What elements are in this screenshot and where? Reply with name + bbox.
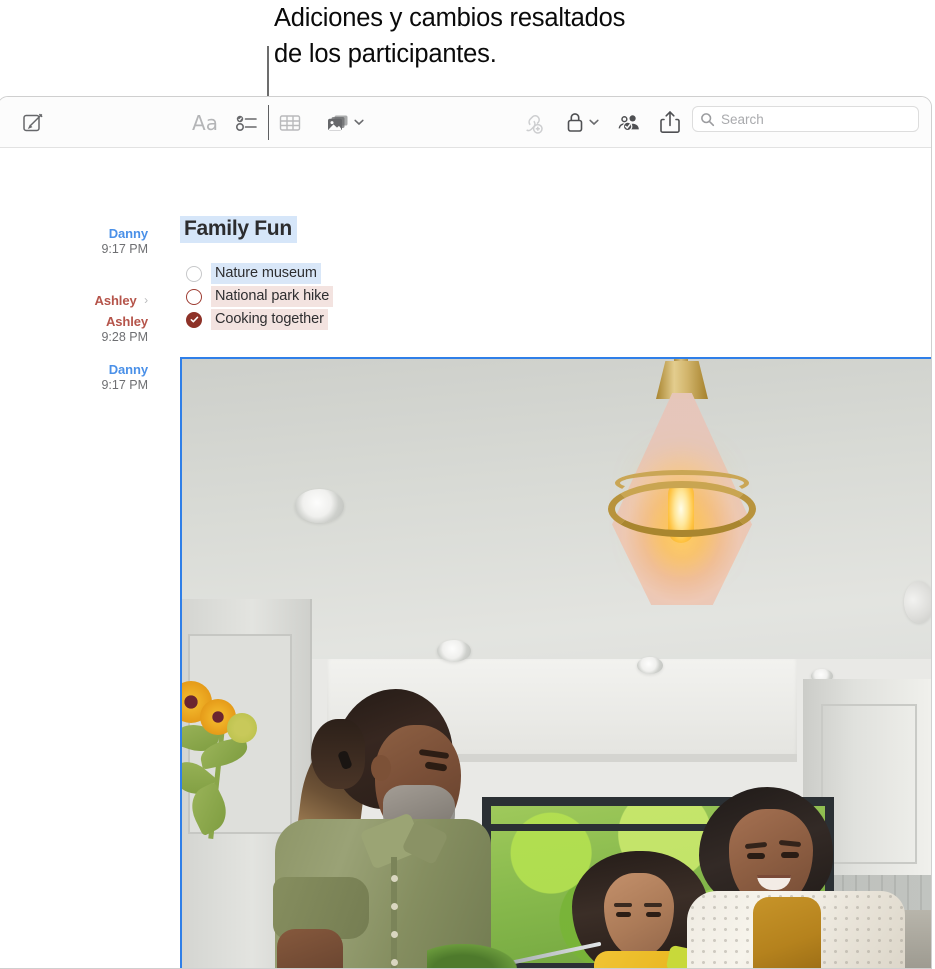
search-field[interactable] xyxy=(692,106,919,132)
author-gutter: Danny 9:17 PM Ashley › Ashley 9:28 PM Da… xyxy=(0,148,173,968)
chevron-down-icon[interactable] xyxy=(588,116,600,128)
child-eyebrow xyxy=(644,903,662,907)
shirt-button xyxy=(391,959,398,966)
man-ear xyxy=(371,755,391,781)
child-eyebrow xyxy=(614,903,632,907)
checklist-item[interactable]: National park hike xyxy=(180,285,540,308)
chevron-down-icon[interactable] xyxy=(353,116,365,128)
photo-attachment[interactable] xyxy=(180,357,931,968)
author-name: Ashley xyxy=(105,314,148,329)
author-time: 9:28 PM xyxy=(101,330,148,344)
share-icon[interactable] xyxy=(659,108,681,135)
toolbar: Aa xyxy=(0,97,931,148)
recessed-light xyxy=(637,657,663,674)
checklist-icon[interactable] xyxy=(234,110,260,136)
author-entry[interactable]: Ashley › xyxy=(94,292,149,309)
recessed-light xyxy=(904,581,931,623)
author-name: Danny xyxy=(108,226,148,241)
vegetables xyxy=(427,944,517,968)
checkbox-circle-icon[interactable] xyxy=(186,288,202,305)
author-name: Danny xyxy=(108,362,148,377)
table-icon[interactable] xyxy=(277,110,303,136)
note-title[interactable]: Family Fun xyxy=(180,216,297,243)
annotation-caption: Adiciones y cambios resaltados de los pa… xyxy=(274,4,626,68)
woman-eye xyxy=(747,853,765,859)
author-time: 9:17 PM xyxy=(101,242,148,256)
lock-icon[interactable] xyxy=(565,109,585,135)
media-icon[interactable] xyxy=(325,110,351,136)
man-arm xyxy=(277,929,343,968)
note-body: Danny 9:17 PM Ashley › Ashley 9:28 PM Da… xyxy=(0,148,931,968)
lamp-brass-ring xyxy=(615,470,749,496)
woman-mustard-top xyxy=(753,897,821,968)
format-text-icon[interactable]: Aa xyxy=(191,110,219,136)
checkbox-circle-icon[interactable] xyxy=(186,265,202,282)
search-input[interactable] xyxy=(721,111,901,127)
checklist[interactable]: Nature museum National park hike Cooking… xyxy=(180,262,540,331)
sunflower-bud xyxy=(227,713,257,743)
recessed-light xyxy=(437,640,471,662)
woman-eye xyxy=(781,852,799,858)
compose-icon[interactable] xyxy=(20,110,46,136)
person-man xyxy=(267,689,507,968)
chevron-right-icon[interactable]: › xyxy=(144,292,148,308)
shirt-button xyxy=(391,903,398,910)
shirt-button xyxy=(391,931,398,938)
shirt-placket xyxy=(391,857,397,968)
child-eye xyxy=(646,912,661,917)
person-woman xyxy=(687,787,905,968)
recessed-light xyxy=(295,489,344,523)
checklist-item[interactable]: Cooking together xyxy=(180,308,540,331)
collaborate-person-icon[interactable] xyxy=(616,109,642,135)
add-link-icon[interactable] xyxy=(519,110,545,136)
author-entry[interactable]: Danny 9:17 PM xyxy=(101,226,148,257)
shirt-button xyxy=(391,875,398,882)
search-icon xyxy=(700,112,715,127)
author-name: Ashley xyxy=(94,293,137,308)
checklist-item-label: National park hike xyxy=(211,286,334,307)
author-time: 9:17 PM xyxy=(101,378,148,392)
checkbox-checked-icon[interactable] xyxy=(186,311,202,328)
notes-window: Aa Search Danny 9:17 PM Ashley › Ashley … xyxy=(0,96,932,969)
checklist-item-label: Cooking together xyxy=(211,309,328,330)
author-entry[interactable]: Danny 9:17 PM xyxy=(101,362,148,393)
pendant-lamp xyxy=(582,359,782,651)
toolbar-separator xyxy=(268,105,269,140)
author-entry[interactable]: Ashley 9:28 PM xyxy=(101,314,148,345)
child-eye xyxy=(616,912,631,917)
checklist-item-label: Nature museum xyxy=(211,263,321,284)
note-content[interactable]: Family Fun Nature museum National park h… xyxy=(180,148,931,968)
checklist-item[interactable]: Nature museum xyxy=(180,262,540,285)
family-kitchen-photo xyxy=(182,359,931,968)
